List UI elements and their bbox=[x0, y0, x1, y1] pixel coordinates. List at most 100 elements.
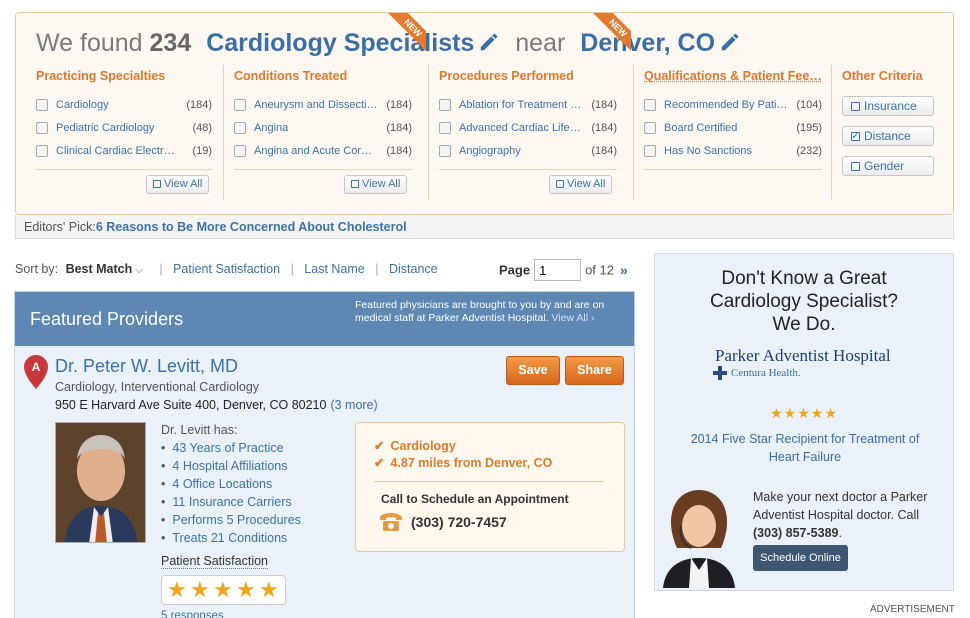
pagination: Page of 12 » bbox=[499, 259, 628, 281]
provider-has-label: Dr. Levitt has: bbox=[161, 423, 238, 437]
next-page-icon[interactable]: » bbox=[620, 262, 628, 278]
filter-option-label[interactable]: Has No Sanctions bbox=[664, 145, 788, 157]
filter-option[interactable]: Recommended By Patie… (104) bbox=[644, 98, 822, 114]
featured-title: Featured Providers bbox=[30, 309, 184, 329]
filter-option-label[interactable]: Recommended By Patie… bbox=[664, 99, 788, 111]
provider-phone[interactable]: (303) 720-7457 bbox=[411, 514, 507, 530]
star-rating: ★ ★ ★ ★ ★ bbox=[161, 575, 286, 605]
responses-link[interactable]: 5 responses bbox=[161, 610, 224, 618]
filter-option[interactable]: Angina and Acute Coro… (184) bbox=[234, 144, 412, 160]
filter-option[interactable]: Advanced Cardiac Life … (184) bbox=[439, 121, 617, 137]
distance-filter-button[interactable]: Distance bbox=[842, 126, 934, 146]
filter-option-count: (184) bbox=[591, 122, 617, 134]
provider-photo[interactable] bbox=[55, 422, 146, 543]
column-divider bbox=[831, 65, 832, 200]
filter-option-label[interactable]: Angina and Acute Coro… bbox=[254, 145, 378, 157]
view-all-button[interactable]: View All bbox=[344, 175, 408, 194]
checkbox[interactable] bbox=[36, 99, 48, 111]
editors-pick-link[interactable]: 6 Reasons to Be More Concerned About Cho… bbox=[96, 220, 407, 234]
filter-option[interactable]: Cardiology (184) bbox=[36, 98, 212, 114]
filter-option-label[interactable]: Board Certified bbox=[664, 122, 788, 134]
edit-specialty-pencil-icon[interactable] bbox=[478, 31, 500, 53]
filter-option-label[interactable]: Aneurysm and Dissecti… bbox=[254, 99, 378, 111]
sort-distance[interactable]: Distance bbox=[389, 262, 438, 276]
gender-filter-button[interactable]: Gender bbox=[842, 156, 934, 176]
insurance-filter-button[interactable]: Insurance bbox=[842, 96, 934, 116]
ad-copy: Make your next doctor a Parker Adventist… bbox=[753, 490, 928, 540]
filter-option-label[interactable]: Pediatric Cardiology bbox=[56, 122, 186, 134]
view-all-featured-link[interactable]: View All › bbox=[552, 312, 595, 324]
edit-location-pencil-icon[interactable] bbox=[719, 31, 741, 53]
sort-selected-best-match[interactable]: Best Match bbox=[66, 262, 133, 276]
stat-conditions[interactable]: Treats 21 Conditions bbox=[161, 531, 287, 545]
button-label: Insurance bbox=[864, 99, 917, 113]
filter-option[interactable]: Board Certified (195) bbox=[644, 121, 822, 137]
view-all-button[interactable]: View All bbox=[549, 175, 613, 194]
featured-providers-panel: Featured Providers Featured physicians a… bbox=[14, 291, 635, 618]
filter-option[interactable]: Has No Sanctions (232) bbox=[644, 144, 822, 160]
filter-option[interactable]: Angina (184) bbox=[234, 121, 412, 137]
checkbox[interactable] bbox=[439, 122, 451, 134]
patient-satisfaction-label[interactable]: Patient Satisfaction bbox=[161, 554, 269, 569]
checkbox[interactable] bbox=[644, 99, 656, 111]
chevron-down-icon[interactable]: ⌵ bbox=[135, 265, 143, 276]
divider bbox=[374, 481, 604, 482]
view-all-label: View All bbox=[567, 178, 606, 190]
sort-bar: Sort by: Best Match ⌵ | Patient Satisfact… bbox=[15, 262, 438, 276]
stat-insurance-carriers[interactable]: 11 Insurance Carriers bbox=[161, 495, 291, 509]
phone-icon bbox=[380, 513, 402, 531]
filter-option[interactable]: Aneurysm and Dissecti… (184) bbox=[234, 98, 412, 114]
near-text: near bbox=[515, 29, 566, 57]
checkbox[interactable] bbox=[36, 122, 48, 134]
view-all-button[interactable]: View All bbox=[146, 175, 210, 194]
filter-option[interactable]: Ablation for Treatment … (184) bbox=[439, 98, 617, 114]
checkbox[interactable] bbox=[439, 145, 451, 157]
checkbox-icon bbox=[851, 162, 860, 171]
provider-specialties: Cardiology, Interventional Cardiology bbox=[55, 380, 260, 394]
call-to-schedule-label: Call to Schedule an Appointment bbox=[381, 492, 569, 506]
filter-option[interactable]: Clinical Cardiac Electro… (19) bbox=[36, 144, 212, 160]
save-button[interactable]: Save bbox=[506, 356, 560, 385]
star-icon: ★ bbox=[213, 577, 233, 602]
checkbox[interactable] bbox=[36, 145, 48, 157]
expand-box-icon bbox=[351, 180, 359, 188]
stat-hospital-affiliations[interactable]: 4 Hospital Affiliations bbox=[161, 459, 287, 473]
share-button[interactable]: Share bbox=[565, 356, 624, 385]
filter-option[interactable]: Angiography (184) bbox=[439, 144, 617, 160]
stat-years-practice[interactable]: 43 Years of Practice bbox=[161, 441, 283, 455]
specialty-term[interactable]: Cardiology Specialists bbox=[206, 29, 500, 57]
ad-phone[interactable]: (303) 857-5389 bbox=[753, 526, 838, 540]
checkbox[interactable] bbox=[234, 122, 246, 134]
page-label: Page bbox=[499, 262, 531, 278]
checkbox[interactable] bbox=[234, 145, 246, 157]
provider-name-link[interactable]: Dr. Peter W. Levitt, MD bbox=[55, 356, 238, 377]
sort-patient-satisfaction[interactable]: Patient Satisfaction bbox=[173, 262, 280, 276]
filter-option-label[interactable]: Clinical Cardiac Electro… bbox=[56, 145, 178, 157]
schedule-online-button[interactable]: Schedule Online bbox=[753, 545, 848, 571]
filter-option-label[interactable]: Angiography bbox=[459, 145, 583, 157]
more-locations-link[interactable]: (3 more) bbox=[330, 398, 377, 412]
filter-option-count: (184) bbox=[386, 122, 412, 134]
ad-operator-photo bbox=[657, 482, 741, 588]
filter-option-label[interactable]: Cardiology bbox=[56, 99, 176, 111]
checkbox[interactable] bbox=[644, 145, 656, 157]
page-number-input[interactable] bbox=[534, 259, 582, 281]
filter-option[interactable]: Pediatric Cardiology (48) bbox=[36, 121, 212, 137]
filter-option-count: (184) bbox=[186, 99, 212, 111]
divider bbox=[234, 169, 412, 170]
filter-option-label[interactable]: Ablation for Treatment … bbox=[459, 99, 583, 111]
stat-procedures[interactable]: Performs 5 Procedures bbox=[161, 513, 301, 527]
filter-option-label[interactable]: Angina bbox=[254, 122, 378, 134]
checkbox[interactable] bbox=[439, 99, 451, 111]
filter-option-count: (184) bbox=[386, 145, 412, 157]
stat-office-locations[interactable]: 4 Office Locations bbox=[161, 477, 272, 491]
match-distance-text: 4.87 miles from Denver, CO bbox=[390, 456, 553, 470]
checkbox[interactable] bbox=[644, 122, 656, 134]
sort-last-name[interactable]: Last Name bbox=[304, 262, 364, 276]
filter-option-label[interactable]: Advanced Cardiac Life … bbox=[459, 122, 583, 134]
editors-pick-label: Editors' Pick: bbox=[24, 220, 96, 234]
star-icon: ★ bbox=[259, 577, 279, 602]
advertisement-panel[interactable]: Don't Know a Great Cardiology Specialist… bbox=[654, 253, 954, 591]
checkbox[interactable] bbox=[234, 99, 246, 111]
filter-heading[interactable]: Qualifications & Patient Fee… bbox=[644, 69, 822, 83]
